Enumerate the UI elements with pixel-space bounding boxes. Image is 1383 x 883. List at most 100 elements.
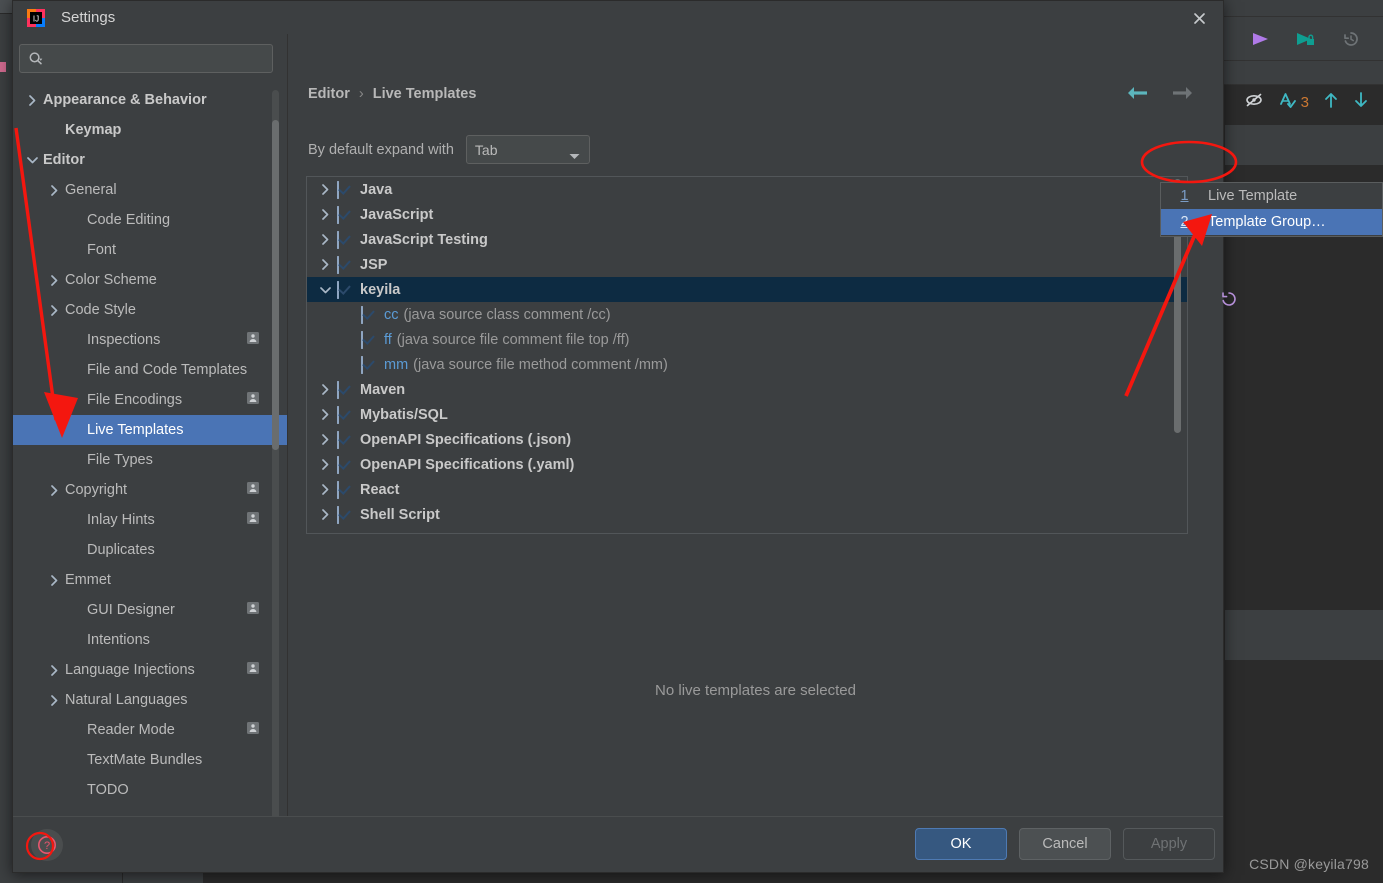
sidebar-scrollbar-thumb[interactable] [272,120,279,450]
template-group-row[interactable]: React [307,477,1187,502]
template-group-row[interactable]: Mybatis/SQL [307,402,1187,427]
template-group-row[interactable]: keyila [307,277,1187,302]
template-group-row[interactable]: Shell Script [307,502,1187,527]
sidebar-item-general[interactable]: General [13,175,287,205]
search-dropdown-icon[interactable] [28,51,45,67]
sidebar-item-code-style[interactable]: Code Style [13,295,287,325]
settings-category-tree[interactable]: Appearance & Behavior Keymap Editor General… [13,83,287,816]
sidebar-item-gui-designer[interactable]: GUI Designer [13,595,287,625]
template-group-row[interactable]: OpenAPI Specifications (.yaml) [307,452,1187,477]
chevron-down-icon [569,147,580,165]
expand-with-dropdown[interactable]: Tab [465,135,590,165]
sidebar-item-inspections[interactable]: Inspections [13,325,287,355]
sidebar-item-natural-languages[interactable]: Natural Languages [13,685,287,715]
chevron-right-icon[interactable] [43,304,65,316]
group-checkbox[interactable] [337,180,351,199]
arrow-up-icon[interactable] [1323,90,1339,115]
chevron-right-icon[interactable] [313,184,337,195]
chevron-right-icon[interactable] [43,484,65,496]
template-group-row[interactable]: JavaScript [307,202,1187,227]
arrow-down-icon[interactable] [1353,90,1369,115]
sidebar-item-intentions[interactable]: Intentions [13,625,287,655]
chevron-down-icon[interactable] [313,286,337,294]
chevron-right-icon[interactable] [313,459,337,470]
eye-slash-icon[interactable] [1244,91,1264,114]
group-checkbox[interactable] [337,480,351,499]
settings-sync-badge-icon [247,392,259,408]
history-clock-icon[interactable] [1339,27,1363,51]
template-group-row[interactable]: Java [307,177,1187,202]
inspection-widget[interactable]: 3 [1244,90,1369,115]
revert-undo-icon[interactable] [1216,286,1242,312]
analyze-a-icon[interactable] [1278,90,1298,115]
template-item-row[interactable]: ff (java source file comment file top /ff… [307,327,1187,352]
template-group-row[interactable]: Maven [307,377,1187,402]
sidebar-item-copyright[interactable]: Copyright [13,475,287,505]
chevron-right-icon[interactable] [313,434,337,445]
chevron-right-icon[interactable] [43,184,65,196]
template-group-row[interactable]: JavaScript Testing [307,227,1187,252]
live-templates-list[interactable]: Java JavaScript JavaScript Testing JSP keyil… [307,177,1187,527]
breadcrumb-root[interactable]: Editor [308,86,350,102]
sidebar-item-color-scheme[interactable]: Color Scheme [13,265,287,295]
search-input[interactable] [49,51,264,66]
run-play-icon[interactable] [1249,27,1273,51]
sidebar-item-todo[interactable]: TODO [13,775,287,805]
debug-secure-run-icon[interactable] [1294,27,1318,51]
sidebar-item-file-and-code-templates[interactable]: File and Code Templates [13,355,287,385]
live-templates-tree-panel[interactable]: Java JavaScript JavaScript Testing JSP keyil… [306,176,1188,534]
template-item-row[interactable]: mm (java source file method comment /mm) [307,352,1187,377]
template-checkbox[interactable] [361,355,375,374]
sidebar-item-language-injections[interactable]: Language Injections [13,655,287,685]
sidebar-item-appearance-behavior[interactable]: Appearance & Behavior [13,85,287,115]
group-checkbox[interactable] [337,205,351,224]
template-checkbox[interactable] [361,305,375,324]
sidebar-item-reader-mode[interactable]: Reader Mode [13,715,287,745]
template-checkbox[interactable] [361,330,375,349]
add-dropdown-menu[interactable]: 1 Live Template 2 Template Group… [1160,182,1383,237]
sidebar-item-duplicates[interactable]: Duplicates [13,535,287,565]
sidebar-item-textmate-bundles[interactable]: TextMate Bundles [13,745,287,775]
sidebar-item-code-editing[interactable]: Code Editing [13,205,287,235]
chevron-right-icon[interactable] [43,274,65,286]
sidebar-item-inlay-hints[interactable]: Inlay Hints [13,505,287,535]
group-checkbox[interactable] [337,380,351,399]
group-checkbox[interactable] [337,430,351,449]
group-checkbox[interactable] [337,505,351,524]
template-group-row[interactable]: JSP [307,252,1187,277]
search-box[interactable] [19,44,273,73]
group-checkbox[interactable] [337,280,351,299]
chevron-right-icon[interactable] [43,694,65,706]
template-group-row[interactable]: OpenAPI Specifications (.json) [307,427,1187,452]
chevron-right-icon[interactable] [21,94,43,106]
help-question-icon[interactable]: ? [31,829,63,861]
group-checkbox[interactable] [337,455,351,474]
sidebar-item-font[interactable]: Font [13,235,287,265]
sidebar-item-keymap[interactable]: Keymap [13,115,287,145]
cancel-button[interactable]: Cancel [1019,828,1111,860]
group-checkbox[interactable] [337,255,351,274]
sidebar-item-file-encodings[interactable]: File Encodings [13,385,287,415]
chevron-right-icon[interactable] [43,574,65,586]
chevron-right-icon[interactable] [313,509,337,520]
popup-menu-item[interactable]: 2 Template Group… [1161,209,1382,235]
ok-button[interactable]: OK [915,828,1007,860]
chevron-right-icon[interactable] [313,484,337,495]
chevron-right-icon[interactable] [313,384,337,395]
sidebar-item-editor[interactable]: Editor [13,145,287,175]
popup-menu-item[interactable]: 1 Live Template [1161,183,1382,209]
sidebar-item-emmet[interactable]: Emmet [13,565,287,595]
arrow-left-icon[interactable] [1125,84,1149,107]
chevron-down-icon[interactable] [21,156,43,164]
group-checkbox[interactable] [337,405,351,424]
close-icon[interactable] [1183,5,1215,31]
group-checkbox[interactable] [337,230,351,249]
template-item-row[interactable]: cc (java source class comment /cc) [307,302,1187,327]
sidebar-item-file-types[interactable]: File Types [13,445,287,475]
chevron-right-icon[interactable] [313,234,337,245]
chevron-right-icon[interactable] [313,209,337,220]
chevron-right-icon[interactable] [313,259,337,270]
chevron-right-icon[interactable] [43,664,65,676]
sidebar-item-live-templates[interactable]: Live Templates [13,415,287,445]
chevron-right-icon[interactable] [313,409,337,420]
